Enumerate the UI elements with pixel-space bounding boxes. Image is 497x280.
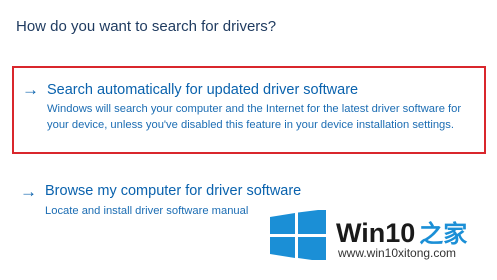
page-title: How do you want to search for drivers? [16,18,277,35]
watermark-url: www.win10xitong.com [338,246,457,260]
right-arrow-icon: → [20,182,37,201]
search-automatically-title[interactable]: Search automatically for updated driver … [47,82,358,98]
watermark-brand-suffix: 之家 [419,221,468,248]
watermark-brand: Win10 之家 [336,214,467,249]
watermark-brand-main: Win10 [336,218,416,248]
windows-logo-icon [270,210,326,260]
search-automatically-option[interactable]: → Search automatically for updated drive… [12,66,486,154]
watermark: Win10 之家 www.win10xitong.com [262,208,497,280]
search-automatically-description: Windows will search your computer and th… [47,103,462,131]
browse-computer-title[interactable]: Browse my computer for driver software [45,183,301,199]
right-arrow-icon: → [22,80,39,99]
